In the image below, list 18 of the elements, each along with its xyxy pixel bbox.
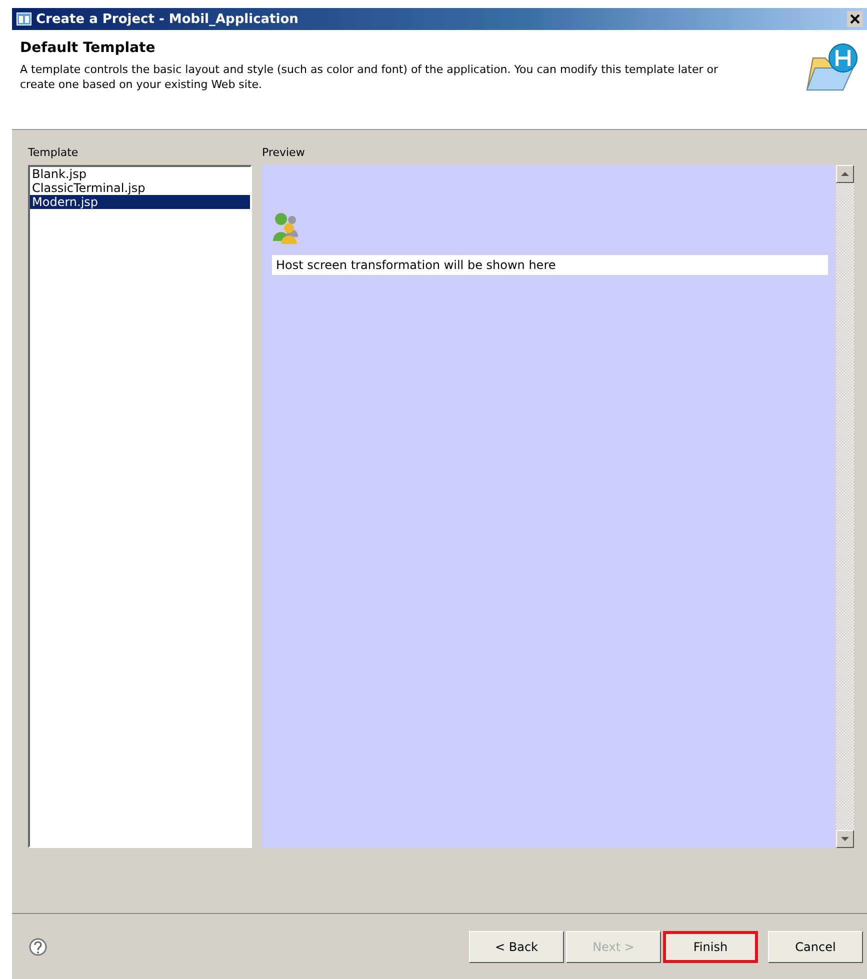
close-icon[interactable] <box>847 11 863 27</box>
dialog-button[interactable]: < Back <box>469 930 564 962</box>
dialog-button[interactable]: Finish <box>663 930 758 962</box>
scroll-down-icon[interactable] <box>836 830 854 848</box>
help-icon[interactable] <box>28 936 48 956</box>
scrollbar[interactable] <box>836 165 854 848</box>
page-description: A template controls the basic layout and style (such as color and font) of the application. You can modify this template later or create one based on your existing Web site. <box>20 62 720 92</box>
scroll-up-icon[interactable] <box>836 165 854 183</box>
window-title: Create a Project - Mobil_Application <box>36 12 300 26</box>
page-title: Default Template <box>20 40 156 56</box>
list-item[interactable]: Modern.jsp <box>30 195 250 209</box>
preview-label: Preview <box>262 146 306 160</box>
dialog-button[interactable]: Cancel <box>768 930 863 962</box>
preview-message: Host screen transformation will be shown here <box>272 255 828 275</box>
list-item[interactable]: ClassicTerminal.jsp <box>30 181 250 195</box>
list-label: Template <box>28 146 80 160</box>
app-icon <box>16 11 32 27</box>
list-item[interactable]: Blank.jsp <box>30 167 250 181</box>
